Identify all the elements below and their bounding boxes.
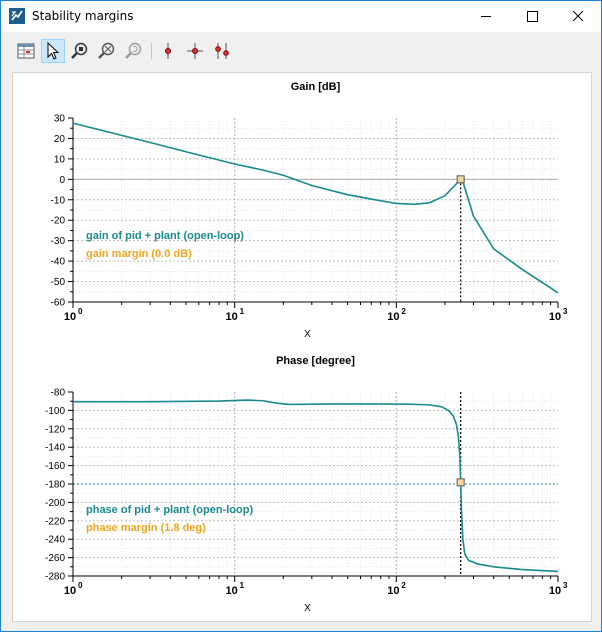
zoom-reset-icon xyxy=(125,42,142,59)
y-tick-label: -260 xyxy=(45,553,65,564)
chart-title: Gain [dB] xyxy=(291,81,341,93)
bode-charts[interactable]: Gain [dB]3020100-10-20-30-40-50-6010 0 10 1… xyxy=(13,73,591,621)
margin-marker[interactable] xyxy=(456,175,465,184)
toolbar-separator xyxy=(151,43,152,60)
crosshair-marker-icon xyxy=(187,43,203,59)
x-tick-exponent: 3 xyxy=(563,581,568,590)
x-axis-label: X xyxy=(304,329,311,340)
x-tick-label: 10 xyxy=(226,311,238,323)
x-tick-label: 10 xyxy=(226,585,238,597)
legend-entry-margin: phase margin (1.8 deg) xyxy=(86,522,206,534)
maximize-button[interactable] xyxy=(509,1,555,32)
x-tick-exponent: 0 xyxy=(78,581,83,590)
y-tick-label: -240 xyxy=(45,535,65,546)
y-tick-label: 20 xyxy=(54,134,66,145)
legend-entry-series: gain of pid + plant (open-loop) xyxy=(86,230,244,242)
chart-title: Phase [degree] xyxy=(276,355,355,367)
x-tick-label: 10 xyxy=(387,311,399,323)
zoom-out-icon xyxy=(98,42,115,59)
x-axis-label: X xyxy=(304,603,311,614)
pointer-icon xyxy=(47,41,60,60)
x-tick-label: 10 xyxy=(387,585,399,597)
window-title: Stability margins xyxy=(32,9,134,23)
table-view-button[interactable] xyxy=(14,39,38,63)
y-tick-label: -140 xyxy=(45,443,65,454)
legend-entry-margin: gain margin (0.0 dB) xyxy=(86,248,192,260)
maximize-icon xyxy=(527,11,538,22)
y-tick-label: -10 xyxy=(51,195,66,206)
table-view-icon xyxy=(17,43,35,59)
y-tick-label: 0 xyxy=(59,175,65,186)
close-icon xyxy=(572,10,584,22)
zoom-in-icon xyxy=(71,42,88,59)
y-tick-label: -180 xyxy=(45,480,65,491)
marker-button[interactable] xyxy=(156,39,180,63)
x-tick-exponent: 1 xyxy=(240,581,245,590)
y-tick-label: -120 xyxy=(45,424,65,435)
x-tick-exponent: 2 xyxy=(401,307,406,316)
app-window: Stability margins Gain [dB] 30 20 10 0 -… xyxy=(0,0,602,632)
legend-entry-series: phase of pid + plant (open-loop) xyxy=(86,504,253,516)
marker-icon xyxy=(165,43,171,59)
y-tick-label: 30 xyxy=(54,114,66,125)
x-tick-label: 10 xyxy=(549,585,561,597)
title-bar: Stability margins xyxy=(1,1,601,32)
y-tick-label: -80 xyxy=(51,388,66,399)
y-tick-label: -30 xyxy=(51,236,66,247)
y-tick-label: -20 xyxy=(51,216,66,227)
app-logo-icon xyxy=(9,8,25,24)
margin-marker[interactable] xyxy=(456,478,465,487)
x-tick-label: 10 xyxy=(64,311,76,323)
zoom-reset-button[interactable] xyxy=(122,39,146,63)
minimize-icon xyxy=(481,16,491,17)
zoom-out-button[interactable] xyxy=(95,39,119,63)
y-tick-label: -280 xyxy=(45,572,65,583)
y-tick-label: -50 xyxy=(51,277,66,288)
y-tick-label: -220 xyxy=(45,516,65,527)
chart-phase: Phase [degree] -80 -100 -120 -140 -160 -180 -20… xyxy=(45,355,568,614)
x-tick-exponent: 0 xyxy=(78,307,83,316)
x-tick-label: 10 xyxy=(549,311,561,323)
y-tick-label: -160 xyxy=(45,461,65,472)
dual-marker-button[interactable] xyxy=(210,39,234,63)
toolbar xyxy=(1,32,601,72)
x-tick-exponent: 3 xyxy=(563,307,568,316)
y-tick-label: -40 xyxy=(51,257,66,268)
x-tick-label: 10 xyxy=(64,585,76,597)
x-tick-exponent: 1 xyxy=(240,307,245,316)
close-button[interactable] xyxy=(555,1,601,32)
chart-gain: Gain [dB]3020100-10-20-30-40-50-6010 0 10 1… xyxy=(51,81,568,340)
y-tick-label: -60 xyxy=(51,298,66,309)
crosshair-marker-button[interactable] xyxy=(183,39,207,63)
y-tick-label: -100 xyxy=(45,406,65,417)
series-line-phase[interactable] xyxy=(73,399,559,573)
minimize-button[interactable] xyxy=(463,1,509,32)
y-tick-label: -200 xyxy=(45,498,65,509)
dual-marker-icon xyxy=(215,43,229,59)
y-tick-label: 10 xyxy=(54,154,66,165)
x-tick-exponent: 2 xyxy=(401,581,406,590)
plot-panel: Gain [dB] 30 20 10 0 -10 -20 -30 -40 -50 -60 10 0 10 1… xyxy=(12,72,592,622)
zoom-in-button[interactable] xyxy=(68,39,92,63)
pointer-tool-button[interactable] xyxy=(41,39,65,63)
